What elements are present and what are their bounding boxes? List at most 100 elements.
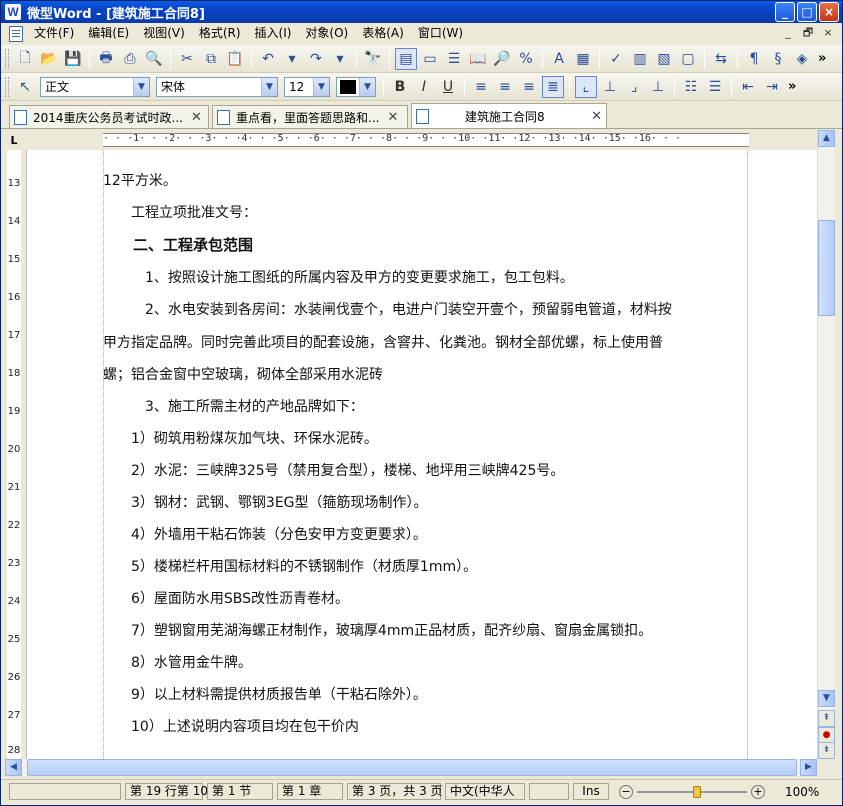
document-text-line[interactable]: 螺；铝合金窗中空玻璃，砌体全部采用水泥砖 <box>103 364 383 384</box>
new-document-icon[interactable]: 🗋 <box>14 48 36 70</box>
layers-icon[interactable]: ◈ <box>791 48 813 70</box>
horizontal-scroll-thumb[interactable] <box>27 759 797 776</box>
redo-icon[interactable]: ↷ <box>305 48 327 70</box>
align-right-icon[interactable]: ≡ <box>518 76 540 98</box>
zoom-icon[interactable]: 🔎 <box>491 48 513 70</box>
close-tab-icon[interactable]: ✕ <box>191 110 202 125</box>
scroll-down-icon[interactable]: ▼ <box>818 690 835 707</box>
status-insert-mode[interactable]: Ins <box>573 783 609 800</box>
paste-icon[interactable]: 📋 <box>224 48 246 70</box>
document-text-line[interactable]: 12平方米。 <box>103 170 177 190</box>
toolbar-overflow-icon[interactable]: » <box>818 51 826 66</box>
style-select[interactable]: 正文 ▼ <box>40 76 150 97</box>
menu-table[interactable]: 表格(A) <box>355 24 411 43</box>
horizontal-scrollbar[interactable]: ◀ ▶ <box>5 759 817 776</box>
decrease-indent-icon[interactable]: ⇤ <box>737 76 759 98</box>
align-justify-icon[interactable]: ≣ <box>542 75 564 98</box>
document-text-line[interactable]: 甲方指定品牌。同时完善此项目的配套设施，含窨井、化粪池。钢材全部优螺，标上使用普 <box>103 332 663 352</box>
italic-icon[interactable]: I <box>413 76 435 98</box>
menu-edit[interactable]: 编辑(E) <box>81 24 136 43</box>
menu-insert[interactable]: 插入(I) <box>248 24 299 43</box>
close-tab-icon[interactable]: ✕ <box>387 110 398 125</box>
tab-stop-selector[interactable]: L <box>1 130 27 150</box>
document-text-line[interactable]: 工程立项批准文号： <box>103 202 257 222</box>
menu-window[interactable]: 窗口(W) <box>411 24 470 43</box>
print-icon[interactable]: 🖶 <box>95 48 117 70</box>
document-editor[interactable]: 12平方米。 工程立项批准文号： 二、工程承包范围 1、按照设计施工图纸的所属内… <box>27 150 817 759</box>
document-text-line[interactable]: 8）水管用金牛牌。 <box>103 652 252 672</box>
web-view-icon[interactable]: ▭ <box>419 48 441 70</box>
tab-document-2[interactable]: 重点看，里面答题思路和... ✕ <box>212 105 408 128</box>
vertical-scrollbar[interactable]: ▲ ▼ ⇞ ● ⇟ <box>817 130 835 759</box>
chevron-down-icon[interactable]: ▼ <box>261 77 277 96</box>
doc-restore-button[interactable]: 🗗 <box>800 25 816 41</box>
align-left-icon[interactable]: ≡ <box>470 76 492 98</box>
maximize-button[interactable]: □ <box>797 2 817 22</box>
tab-right-icon[interactable]: ⌟ <box>623 76 645 98</box>
percent-icon[interactable]: % <box>515 48 537 70</box>
status-language[interactable]: 中文(中华人 <box>445 783 525 800</box>
save-icon[interactable]: 💾 <box>62 48 84 70</box>
font-color-select[interactable]: ▼ <box>336 76 376 97</box>
document-text-line[interactable]: 3、施工所需主材的产地品牌如下： <box>103 396 364 416</box>
tab-document-3[interactable]: 建筑施工合同8 ✕ <box>411 103 607 128</box>
document-text-line[interactable]: 9）以上材料需提供材质报告单（干粘石除外）。 <box>103 684 427 704</box>
undo-dropdown-icon[interactable]: ▾ <box>281 48 303 70</box>
font-select[interactable]: 宋体 ▼ <box>156 76 278 97</box>
cut-icon[interactable]: ✂ <box>176 48 198 70</box>
symbol-icon[interactable]: § <box>767 48 789 70</box>
close-button[interactable]: × <box>819 2 839 22</box>
document-heading[interactable]: 二、工程承包范围 <box>103 234 253 255</box>
document-text-line[interactable]: 3）钢材：武钢、鄂钢3EG型（箍筋现场制作）。 <box>103 492 428 512</box>
undo-icon[interactable]: ↶ <box>257 48 279 70</box>
zoom-slider-handle[interactable] <box>693 785 701 798</box>
zoom-slider[interactable] <box>637 785 747 798</box>
tab-left-icon[interactable]: ⌞ <box>575 75 597 98</box>
close-tab-icon[interactable]: ✕ <box>591 109 602 124</box>
document-text-line[interactable]: 2、水电安装到各房间：水装闸伐壹个，电进户门装空开壹个，预留弱电管道，材料按 <box>103 299 672 319</box>
chevron-down-icon[interactable]: ▼ <box>313 77 329 96</box>
increase-indent-icon[interactable]: ⇥ <box>761 76 783 98</box>
print-preview-icon[interactable]: 🔍 <box>143 48 165 70</box>
copy-icon[interactable]: ⧉ <box>200 48 222 70</box>
next-page-icon[interactable]: ⇟ <box>818 742 835 759</box>
document-icon[interactable] <box>9 25 23 42</box>
scroll-right-icon[interactable]: ▶ <box>800 759 817 776</box>
document-text-line[interactable]: 1、按照设计施工图纸的所属内容及甲方的变更要求施工，包工包料。 <box>103 267 574 287</box>
zoom-out-icon[interactable]: − <box>619 784 633 799</box>
numbered-list-icon[interactable]: ☷ <box>680 76 702 98</box>
scroll-left-icon[interactable]: ◀ <box>5 759 22 776</box>
page-view-icon[interactable]: ▤ <box>395 47 417 70</box>
zoom-in-icon[interactable]: + <box>751 784 765 799</box>
horizontal-ruler[interactable]: · · ·1· · ·2· · ·3· · ·4· · ·5· · ·6· · … <box>27 130 817 150</box>
minimize-button[interactable]: _ <box>775 2 795 22</box>
font-size-select[interactable]: 12 ▼ <box>284 76 330 97</box>
document-text-line[interactable]: 4）外墙用干粘石饰装（分色安甲方变更要求）。 <box>103 524 427 544</box>
insert-text-icon[interactable]: A <box>548 48 570 70</box>
reading-view-icon[interactable]: 📖 <box>467 48 489 70</box>
document-text-line[interactable]: 2）水泥：三峡牌325号（禁用复合型），楼梯、地坪用三峡牌425号。 <box>103 460 564 480</box>
underline-icon[interactable]: U <box>437 76 459 98</box>
select-pointer-icon[interactable]: ↖ <box>14 76 36 98</box>
toolbar-grip[interactable] <box>5 48 9 69</box>
bold-icon[interactable]: B <box>389 76 411 98</box>
menu-object[interactable]: 对象(O) <box>298 24 355 43</box>
chevron-down-icon[interactable]: ▼ <box>359 77 375 96</box>
redo-dropdown-icon[interactable]: ▾ <box>329 48 351 70</box>
pdf-export-icon[interactable]: ⎙ <box>119 48 141 70</box>
menu-file[interactable]: 文件(F) <box>27 24 81 43</box>
menu-view[interactable]: 视图(V) <box>136 24 192 43</box>
document-text-line[interactable]: 6）屋面防水用SBS改性沥青卷材。 <box>103 588 349 608</box>
document-text-line[interactable]: 5）楼梯栏杆用国标材料的不锈钢制作（材质厚1mm）。 <box>103 556 477 576</box>
copy-format-icon[interactable]: ▧ <box>653 48 675 70</box>
toolbar-overflow-icon[interactable]: » <box>788 79 796 94</box>
outline-view-icon[interactable]: ☰ <box>443 48 465 70</box>
vertical-scroll-thumb[interactable] <box>818 220 835 316</box>
document-text-line[interactable]: 1）砌筑用粉煤灰加气块、环保水泥砖。 <box>103 428 378 448</box>
document-text-line[interactable]: 7）塑钢窗用芜湖海螺正材制作，玻璃厚4mm正品材质，配齐纱扇、窗扇金属锁扣。 <box>103 620 652 640</box>
frame-icon[interactable]: ▢ <box>677 48 699 70</box>
open-folder-icon[interactable]: 📂 <box>38 48 60 70</box>
document-text-line[interactable]: 10）上述说明内容项目均在包干价内 <box>103 716 359 736</box>
doc-minimize-button[interactable]: _ <box>780 25 796 41</box>
navigation-icon[interactable]: ⇆ <box>710 48 732 70</box>
